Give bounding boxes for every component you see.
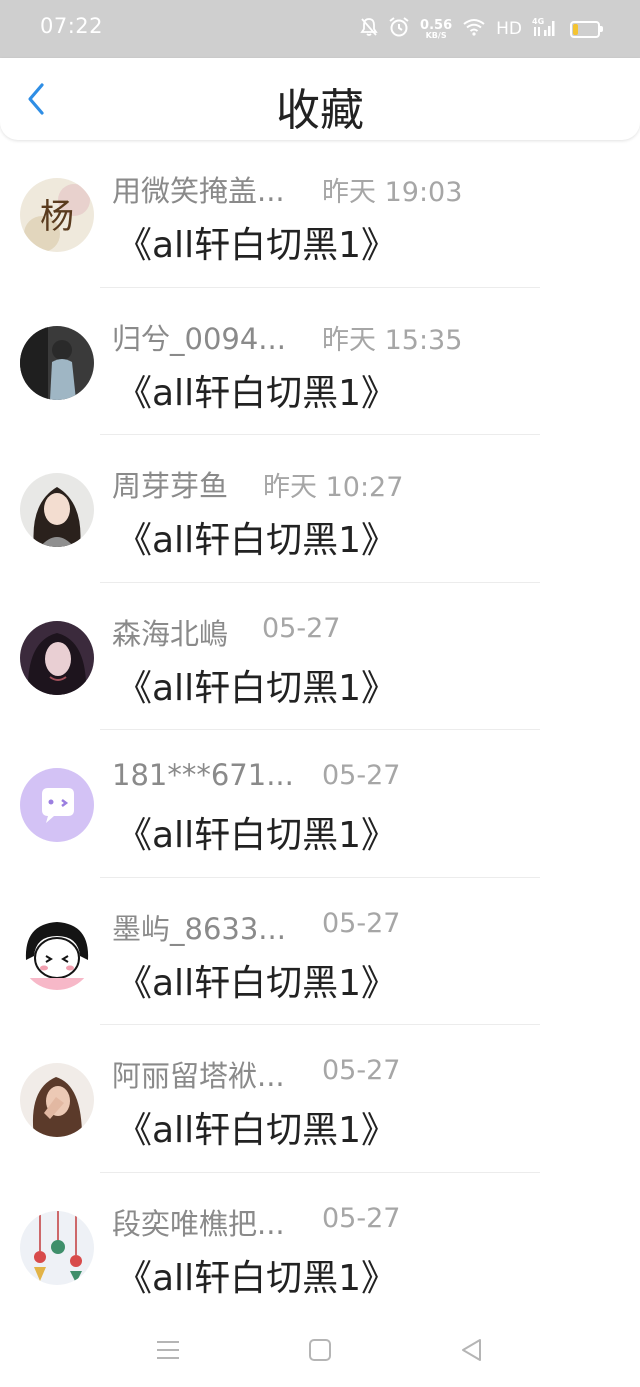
item-time: 05-27: [262, 612, 341, 644]
battery-icon: [570, 20, 603, 38]
status-time: 07:22: [40, 14, 104, 38]
item-time: 05-27: [322, 760, 401, 791]
item-time: 05-27: [322, 1202, 401, 1234]
alarm-icon: [388, 16, 410, 42]
user-name: 181***671...: [112, 758, 294, 792]
user-name: 段奕唯樵把...: [112, 1206, 285, 1241]
home-button[interactable]: [302, 1332, 338, 1368]
status-bar: 07:22 0.56 KB/S HD 4G: [0, 0, 640, 58]
menu-icon: [157, 1341, 179, 1359]
avatar[interactable]: [20, 620, 94, 695]
item-content: 《all轩白切黑1》: [116, 1110, 397, 1151]
list-item[interactable]: 周芽芽鱼 昨天 10:27 《all轩白切黑1》: [0, 435, 640, 583]
favorites-list: 杨 用微笑掩盖... 昨天 19:03 《all轩白切黑1》 归兮_0094..…: [0, 140, 640, 1320]
avatar[interactable]: [20, 1210, 94, 1285]
bell-muted-icon: [360, 17, 378, 41]
item-content: 《all轩白切黑1》: [116, 372, 397, 414]
menu-button[interactable]: [150, 1332, 186, 1368]
signal-icon: 4G: [532, 16, 556, 42]
item-time: 昨天 19:03: [322, 177, 463, 208]
list-item[interactable]: 墨屿_8633... 05-27 《all轩白切黑1》: [0, 878, 640, 1025]
item-content: 《all轩白切黑1》: [116, 1257, 397, 1299]
hd-label: HD: [496, 19, 522, 39]
list-item[interactable]: 杨 用微笑掩盖... 昨天 19:03 《all轩白切黑1》: [0, 140, 640, 288]
net-speed: 0.56 KB/S: [420, 17, 453, 40]
user-name: 森海北嶋: [112, 616, 229, 651]
user-name: 阿丽留塔袱...: [112, 1059, 285, 1093]
square-icon: [309, 1339, 331, 1361]
item-time: 昨天 10:27: [263, 472, 404, 503]
user-name: 用微笑掩盖...: [112, 174, 285, 208]
list-item[interactable]: 181***671... 05-27 《all轩白切黑1》: [0, 730, 640, 878]
item-content: 《all轩白切黑1》: [116, 962, 397, 1004]
item-time: 昨天 15:35: [322, 324, 463, 356]
item-time: 05-27: [322, 1055, 401, 1086]
list-item[interactable]: 森海北嶋 05-27 《all轩白切黑1》: [0, 583, 640, 730]
header-bar: 收藏: [0, 58, 640, 140]
user-name: 周芽芽鱼: [112, 469, 229, 503]
avatar[interactable]: [20, 1063, 94, 1137]
svg-text:杨: 杨: [40, 197, 74, 237]
list-item[interactable]: 段奕唯樵把... 05-27 《all轩白切黑1》: [0, 1173, 640, 1321]
wifi-icon: [462, 18, 486, 40]
list-item[interactable]: 阿丽留塔袱... 05-27 《all轩白切黑1》: [0, 1025, 640, 1173]
avatar[interactable]: [20, 768, 94, 842]
triangle-back-icon: [462, 1339, 481, 1361]
item-content: 《all轩白切黑1》: [116, 520, 397, 561]
page-title: 收藏: [276, 85, 364, 136]
system-nav-bar: [0, 1310, 640, 1387]
item-content: 《all轩白切黑1》: [116, 815, 397, 856]
avatar[interactable]: [20, 325, 94, 400]
item-time: 05-27: [322, 907, 401, 939]
user-name: 墨屿_8633...: [112, 911, 286, 946]
list-item[interactable]: 归兮_0094... 昨天 15:35 《all轩白切黑1》: [0, 288, 640, 435]
svg-text:4G: 4G: [532, 17, 544, 26]
user-name: 归兮_0094...: [112, 321, 286, 356]
back-nav-button[interactable]: [454, 1332, 490, 1368]
item-content: 《all轩白切黑1》: [116, 225, 397, 266]
status-icons: 0.56 KB/S HD 4G: [360, 14, 603, 44]
avatar[interactable]: [20, 915, 94, 990]
avatar[interactable]: 杨: [20, 178, 94, 252]
item-content: 《all轩白切黑1》: [116, 667, 397, 709]
avatar[interactable]: [20, 473, 94, 547]
